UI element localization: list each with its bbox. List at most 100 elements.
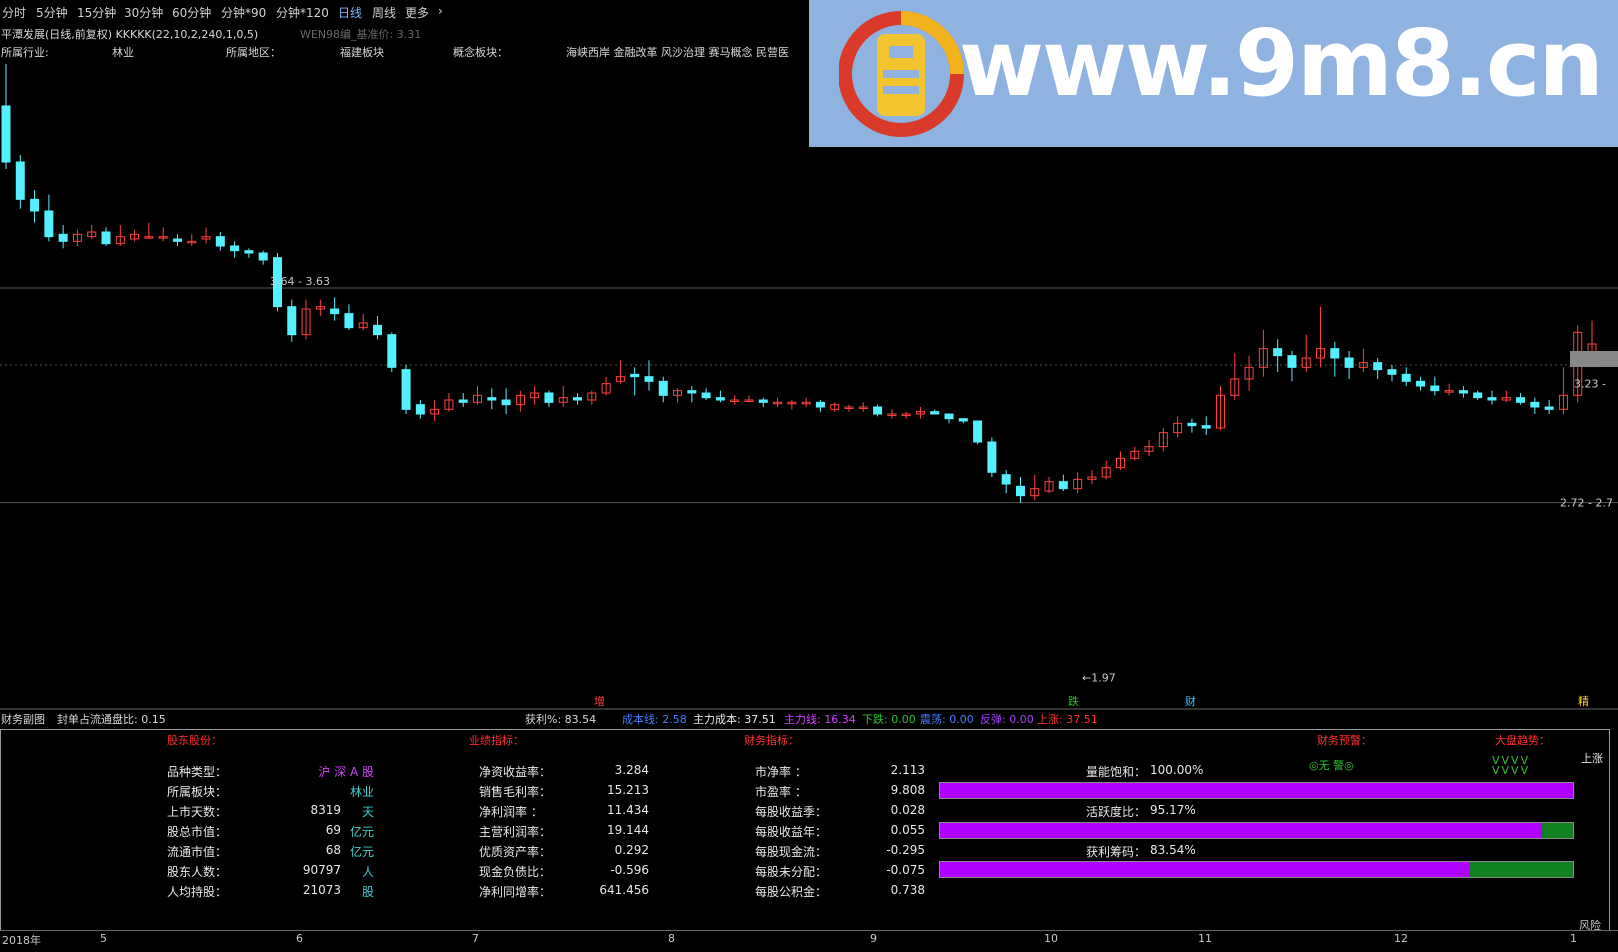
shake-text: 震荡: 0.00 [920,713,974,726]
period-tab-1[interactable]: 5分钟 [36,4,68,21]
finance-label: 每股未分配： [755,865,828,879]
shareholder-value: 90797 [302,863,341,877]
stock-info: 平潭发展(日线,前复权) KKKKK(22,10,2,240,1,0,5) WE… [0,24,810,64]
candle-body [1487,397,1497,401]
period-tab-5[interactable]: 分钟*90 [221,4,266,21]
shareholder-value: 8319 [310,803,341,817]
period-tab-9[interactable]: 更多 [405,4,429,21]
candle-body [1473,392,1483,399]
shareholder-unit: 亿元 [350,825,375,839]
candle-body [215,236,225,247]
candle-body [1330,348,1340,359]
finance-value: 0.028 [890,803,925,817]
candle-body [544,392,554,403]
signal-marker-3: 财 [1185,694,1196,708]
period-tab-6[interactable]: 分钟*120 [276,4,329,21]
candle-body [387,334,397,368]
performance-value: -0.596 [610,863,649,877]
candle-body [873,406,883,415]
performance-label: 销售毛利率： [479,785,552,799]
section-trend-title: 大盘趋势： [1495,734,1550,747]
candle-body [1401,373,1411,382]
current-price-box [1570,351,1618,367]
candle-body [415,404,425,415]
candle-body [1187,422,1197,427]
price-label-right-lower: 2.72 - 2.7 [1560,497,1613,510]
section-shareholder-title: 股东股份： [167,734,222,747]
candlestick-chart: 3.64 - 3.63 ←1.97 3.23 - 2.72 - 2.7 增 跌 财 精 [0,64,1618,710]
finance-panel: 股东股份： 业绩指标： 财务指标： 财务预警： 大盘趋势： 品种类型： 沪 深 A… [0,729,1610,932]
gauge-bar [939,782,1574,799]
concept-label: 概念板块： [453,46,508,59]
shareholder-value: 沪 深 A 股 [318,765,374,779]
time-axis-label: 12 [1394,932,1408,945]
candle-body [1530,401,1540,408]
shareholder-value: 21073 [302,883,341,897]
shareholder-label: 上市天数： [167,805,228,819]
period-tab-7[interactable]: 日线 [338,4,362,21]
candle-body [244,250,254,254]
gauge-value: 83.54% [1150,843,1196,857]
performance-label: 现金负债比： [479,865,552,879]
candle-body [1430,385,1440,392]
candle-body [1,105,11,163]
time-axis-label: 8 [668,932,675,945]
price-label-high: 3.64 - 3.63 [270,275,330,288]
performance-value: 641.456 [599,883,649,897]
time-axis-label: 6 [296,932,303,945]
section-finance-title: 财务指标： [744,734,799,747]
candle-body [958,418,968,422]
performance-label: 净利润率 ： [479,805,543,819]
gauge-bar [939,822,1574,839]
period-tab-2[interactable]: 15分钟 [77,4,116,21]
period-tab-0[interactable]: 分时 [2,4,26,21]
candle-body [44,210,54,238]
candle-body [401,369,411,410]
candle-body [30,198,40,212]
candle-body [573,397,583,401]
finance-label: 每股收益年： [755,825,828,839]
performance-label: 优质资产率： [479,845,552,859]
more-chevron-icon[interactable]: › [438,4,443,18]
trend-label: 上涨 [1581,752,1603,765]
period-tab-8[interactable]: 周线 [372,4,396,21]
finance-label: 每股公积金： [755,885,828,899]
candle-body [815,401,825,408]
main-cost-text: 主力成本: 37.51 [693,713,776,726]
candle-body [930,411,940,415]
candle-body [715,397,725,401]
candle-body [687,390,697,394]
period-tab-4[interactable]: 60分钟 [172,4,211,21]
candle-body [101,231,111,245]
time-axis-label: 10 [1044,932,1058,945]
ratio-text: 封单占流通盘比: 0.15 [57,713,166,726]
sub-chart-name: 财务副图 [1,713,45,726]
performance-value: 11.434 [607,803,649,817]
candle-body [1373,362,1383,371]
shareholder-label: 流通市值： [167,845,228,859]
period-tab-3[interactable]: 30分钟 [124,4,163,21]
gauge-value: 100.00% [1150,763,1204,777]
industry-value: 林业 [112,46,134,59]
finance-label: 每股现金流： [755,845,828,859]
candle-body [1201,425,1211,429]
time-axis-label: 11 [1198,932,1212,945]
shareholder-value: 68 [325,843,341,857]
time-axis-label: 7 [472,932,479,945]
warning-status: ◎无 警◎ [1309,759,1354,772]
gauge-label: 量能饱和： [1086,765,1147,779]
candle-body [1387,369,1397,375]
signal-marker-2: 跌 [1068,694,1079,708]
candle-body [1344,357,1354,368]
performance-label: 净利同增率： [479,885,552,899]
time-axis: 2018年 5 6 7 8 9 10 11 12 1 [0,930,1618,952]
formula-text: WEN98编_基准价: 3.31 [300,28,422,41]
candle-body [1458,390,1468,394]
candle-body [487,397,497,401]
candle-body [58,233,68,242]
gauge-bar [939,861,1574,878]
shareholder-label: 品种类型： [167,765,228,779]
candle-body [372,324,382,336]
finance-value: 2.113 [890,763,925,777]
candle-body [458,399,468,403]
